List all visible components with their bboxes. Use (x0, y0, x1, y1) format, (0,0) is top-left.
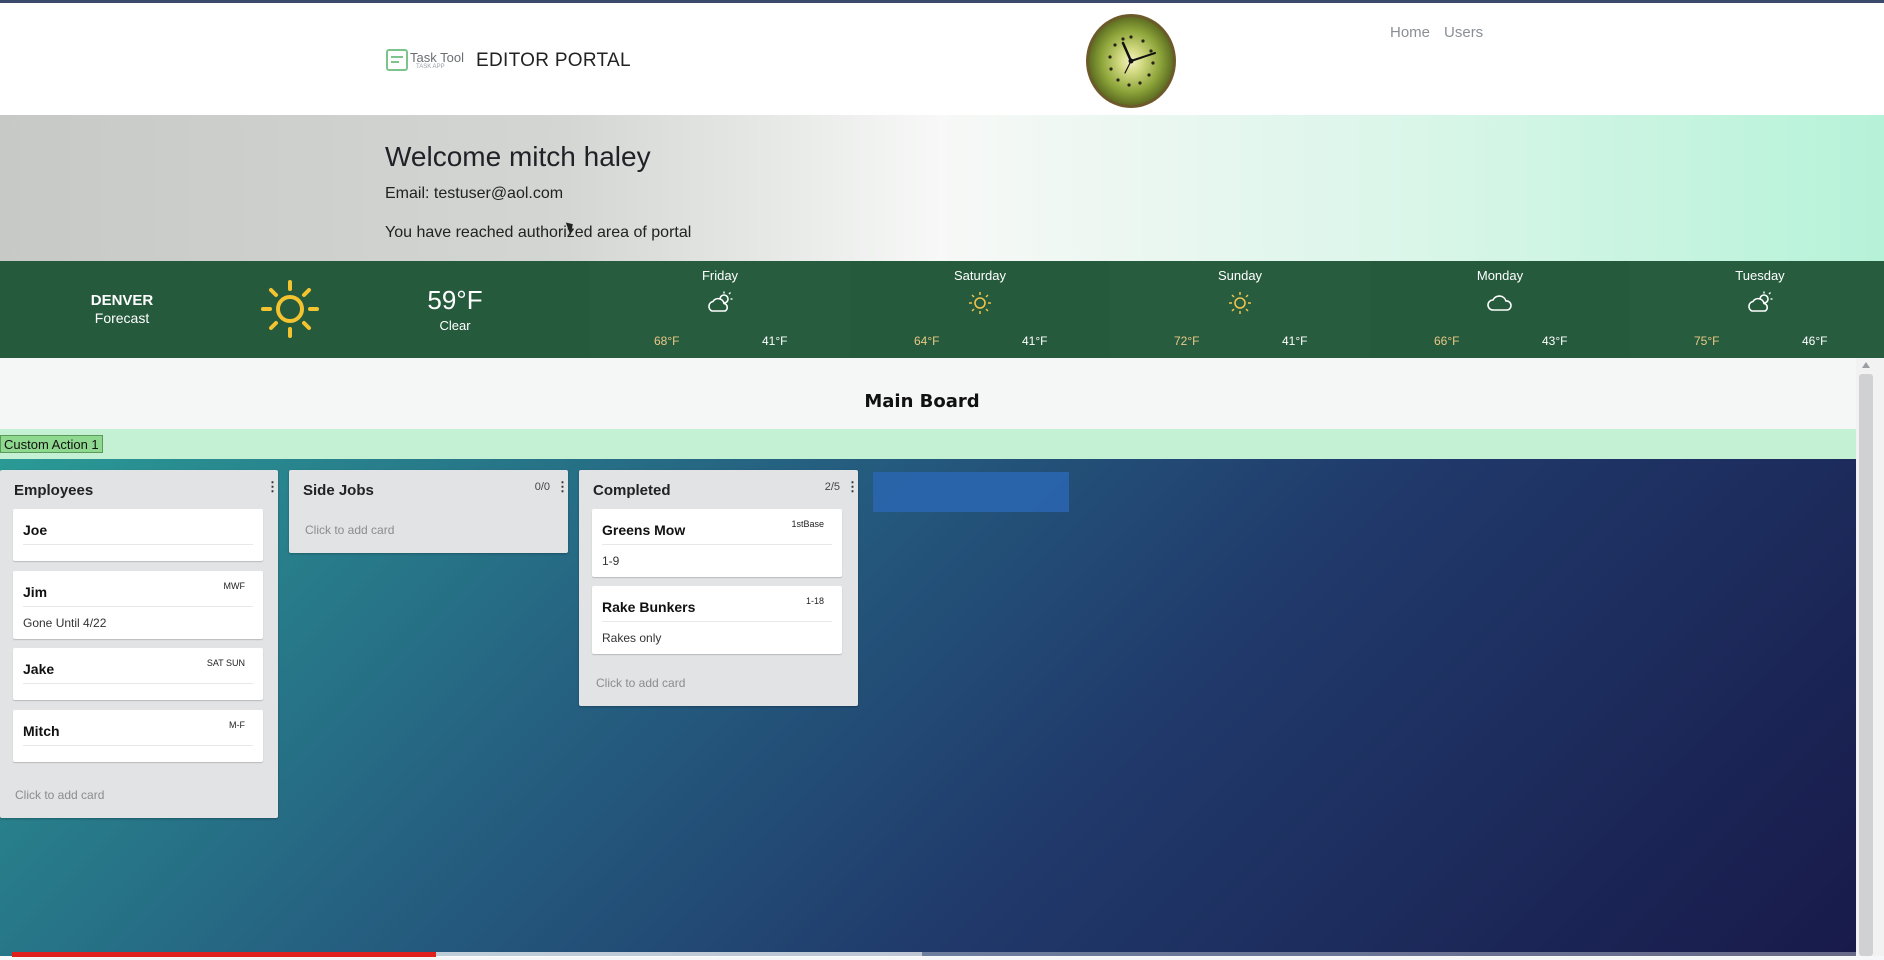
main-nav: Home Users (1390, 24, 1483, 41)
card-tag: M-F (229, 720, 245, 730)
card-title: Jake (23, 661, 55, 677)
card-title: Mitch (23, 723, 60, 739)
nav-link-users[interactable]: Users (1444, 24, 1483, 41)
card-divider (23, 683, 253, 684)
custom-action-button[interactable]: Custom Action 1 (0, 435, 103, 453)
card-mitch[interactable]: Mitch M-F (13, 710, 263, 762)
scroll-up-arrow-icon[interactable] (1862, 362, 1870, 368)
day-high: 75°F (1694, 334, 1720, 348)
lane-side-jobs: Side Jobs 0/0 ⋮ Click to add card (289, 470, 569, 553)
day-low: 46°F (1802, 334, 1828, 348)
day-low: 41°F (1282, 334, 1308, 348)
card-greens-mow[interactable]: Greens Mow 1stBase 1-9 (592, 509, 842, 577)
weather-forecast-label: Forecast (94, 310, 150, 326)
card-joe[interactable]: Joe (13, 509, 263, 561)
lane-menu-icon[interactable]: ⋮ (266, 480, 279, 493)
nav-link-home[interactable]: Home (1390, 24, 1430, 41)
sun-icon (969, 292, 991, 314)
day-name: Sunday (1217, 268, 1263, 283)
lane-card-count: 2/5 (824, 481, 840, 493)
weather-widget: DENVER Forecast 59°F Clear Friday 68°F 4… (0, 261, 1884, 358)
board-title: Main Board (864, 391, 980, 412)
add-card-link[interactable]: Click to add card (15, 788, 104, 802)
video-progress-fill (12, 952, 437, 957)
sun-icon (1229, 292, 1251, 314)
forecast-day: Sunday 72°F 41°F (1110, 261, 1370, 358)
forecast-day: Friday 68°F 41°F (590, 261, 850, 358)
add-card-link[interactable]: Click to add card (596, 676, 685, 690)
day-high: 68°F (654, 334, 680, 348)
day-name: Monday (1476, 268, 1524, 283)
sun-icon (261, 280, 319, 338)
authorized-message: You have reached authorized area of port… (385, 224, 692, 241)
card-description: Rakes only (602, 631, 662, 645)
welcome-banner: Welcome mitch haley Email: testuser@aol.… (0, 115, 1884, 261)
board-header: Main Board (0, 358, 1856, 429)
board-action-bar: Custom Action 1 (0, 429, 1856, 459)
day-high: 72°F (1174, 334, 1200, 348)
lane-title[interactable]: Side Jobs (303, 482, 374, 499)
day-low: 41°F (762, 334, 788, 348)
lane-card-count: 0/0 (534, 481, 550, 493)
day-name: Tuesday (1735, 268, 1785, 283)
card-tag: 1-18 (805, 596, 824, 606)
lane-title[interactable]: Employees (14, 482, 93, 499)
forecast-day: Saturday 64°F 41°F (850, 261, 1110, 358)
card-divider (23, 544, 253, 545)
card-divider (602, 544, 832, 545)
day-low: 43°F (1542, 334, 1568, 348)
card-tag: 1stBase (791, 519, 824, 529)
partly-cloudy-icon (1748, 291, 1773, 312)
card-title: Greens Mow (602, 522, 686, 538)
card-tag: SAT SUN (206, 658, 245, 668)
lane-employees: Employees ⋮ Joe Jim MWF Gone Until 4/22 … (0, 470, 279, 818)
cloud-icon (1487, 295, 1512, 311)
user-email: Email: testuser@aol.com (385, 185, 564, 202)
lane-menu-icon[interactable]: ⋮ (556, 480, 569, 493)
card-title: Rake Bunkers (602, 599, 696, 615)
forecast-days: Friday 68°F 41°F Saturday 64°F 41°F Sund… (590, 261, 1884, 358)
lane-menu-icon[interactable]: ⋮ (846, 480, 859, 493)
card-title: Joe (23, 522, 48, 538)
scrollbar-thumb[interactable] (1859, 374, 1873, 956)
portal-title: EDITOR PORTAL (476, 50, 631, 71)
kanban-board (0, 459, 1856, 956)
current-condition: Clear (439, 318, 471, 333)
card-description: 1-9 (602, 554, 620, 568)
new-lane-placeholder[interactable] (873, 472, 1069, 512)
card-rake-bunkers[interactable]: Rake Bunkers 1-18 Rakes only (592, 586, 842, 654)
card-jake[interactable]: Jake SAT SUN (13, 648, 263, 700)
card-divider (23, 606, 253, 607)
kiwi-clock-icon (1086, 14, 1176, 108)
day-name: Friday (701, 268, 739, 283)
site-header: Task Tool TASK APP EDITOR PORTAL Home Us… (0, 3, 1884, 115)
logo[interactable]: Task Tool TASK APP (386, 49, 464, 71)
welcome-heading: Welcome mitch haley (385, 141, 651, 172)
card-description: Gone Until 4/22 (23, 616, 107, 630)
day-high: 64°F (914, 334, 940, 348)
day-name: Saturday (953, 268, 1007, 283)
lane-title[interactable]: Completed (593, 482, 671, 499)
card-tag: MWF (223, 581, 246, 591)
day-low: 41°F (1022, 334, 1048, 348)
day-high: 66°F (1434, 334, 1460, 348)
partly-cloudy-icon (708, 291, 733, 312)
card-divider (23, 745, 253, 746)
logo-text: Task Tool (410, 49, 464, 65)
current-temperature: 59°F (427, 285, 483, 315)
lane-completed: Completed 2/5 ⋮ Greens Mow 1stBase 1-9 R… (579, 470, 859, 706)
forecast-day: Monday 66°F 43°F (1370, 261, 1630, 358)
forecast-day: Tuesday 75°F 46°F (1630, 261, 1884, 358)
task-tool-logo-icon (386, 49, 408, 71)
add-card-link[interactable]: Click to add card (305, 523, 394, 537)
card-divider (602, 621, 832, 622)
card-title: Jim (23, 584, 48, 600)
weather-city: DENVER (90, 292, 154, 309)
card-jim[interactable]: Jim MWF Gone Until 4/22 (13, 571, 263, 639)
logo-text-block: Task Tool TASK APP (410, 51, 464, 70)
